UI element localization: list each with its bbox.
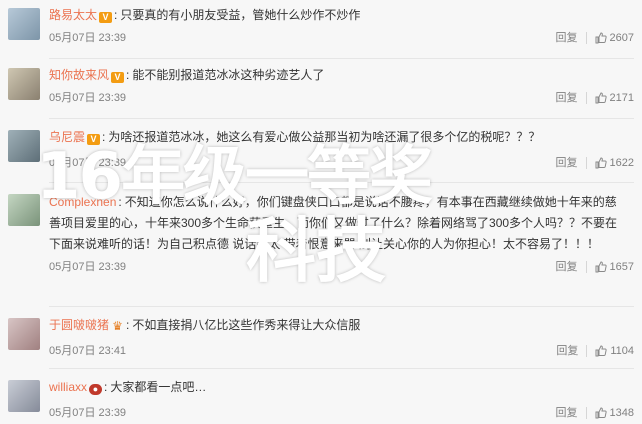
username-link[interactable]: 于圆啵啵猪: [49, 318, 109, 332]
comment-meta: 05月07日 23:41 回复 1104: [49, 342, 634, 360]
divider: [586, 345, 588, 357]
like-count: 1657: [609, 261, 634, 273]
like-count: 1348: [609, 407, 634, 419]
divider: [585, 261, 587, 273]
username-link[interactable]: 路易太太: [49, 8, 97, 22]
comment-text: 能不能别报道范冰冰这种劣迹艺人了: [132, 68, 325, 82]
like-button[interactable]: 2171: [595, 89, 634, 107]
thumbs-up-icon: [595, 157, 607, 169]
avatar[interactable]: [8, 68, 40, 100]
username-link[interactable]: 乌尼震: [49, 130, 85, 144]
avatar[interactable]: [8, 318, 40, 350]
like-count: 1622: [609, 157, 634, 169]
divider: [49, 368, 634, 369]
comment-text-line: 知你故来风 V: 能不能别报道范冰冰这种劣迹艺人了: [49, 68, 325, 83]
username-link[interactable]: Complexnen: [49, 195, 116, 209]
like-button[interactable]: 1622: [595, 154, 634, 172]
timestamp: 05月07日 23:41: [49, 345, 127, 357]
comment-item: 乌尼震 V: 为啥还报道范冰冰，她这么有爱心做公益那当初为啥还漏了很多个亿的税呢？？…: [0, 128, 642, 176]
vip-icon: V: [87, 134, 101, 145]
divider: [585, 407, 587, 419]
comment-text-line: 乌尼震 V: 为啥还报道范冰冰，她这么有爱心做公益那当初为啥还漏了很多个亿的税呢？？…: [49, 130, 541, 145]
divider: [585, 92, 587, 104]
vip-icon: V: [99, 12, 113, 23]
comment-text: 不如直接捐八亿比这些作秀来得让大众信服: [132, 318, 361, 332]
comment-text: 为啥还报道范冰冰，她这么有爱心做公益那当初为啥还漏了很多个亿的税呢？？？: [108, 130, 541, 144]
avatar[interactable]: [8, 8, 40, 40]
crown-icon: ♛: [112, 319, 123, 333]
comment-item: Complexnen: 不知道你怎么说什么好，你们键盘侠口口都是说话不腰疼，有本事…: [0, 192, 642, 300]
username-link[interactable]: 知你故来风: [49, 68, 109, 82]
divider: [49, 118, 634, 119]
like-button[interactable]: 1348: [595, 404, 634, 422]
comment-text: 不知道你怎么说什么好，你们键盘侠口口都是说话不腰疼，有本事在西藏继续做她十年来的…: [49, 195, 618, 251]
avatar[interactable]: [8, 194, 40, 226]
avatar[interactable]: [8, 380, 40, 412]
thumbs-up-icon: [595, 32, 607, 44]
thumbs-up-icon: [595, 407, 607, 419]
comment-meta: 05月07日 23:39 回复 1348: [49, 404, 634, 422]
comment-item: 路易太太 V: 只要真的有小朋友受益，管她什么炒作不炒作 05月07日 23:39 …: [0, 6, 642, 54]
comment-text-line: Complexnen: 不知道你怎么说什么好，你们键盘侠口口都是说话不腰疼，有本事…: [49, 195, 618, 251]
like-count: 2171: [609, 92, 634, 104]
like-count: 1104: [610, 345, 634, 357]
comment-item: williaxx ●: 大家都看一点吧… 05月07日 23:39 回复 1348: [0, 378, 642, 422]
v-icon: V: [111, 72, 125, 83]
timestamp: 05月07日 23:39: [49, 92, 127, 104]
avatar[interactable]: [8, 130, 40, 162]
like-button[interactable]: 2607: [595, 29, 634, 47]
timestamp: 05月07日 23:39: [49, 261, 127, 273]
comment-meta: 05月07日 23:39 回复 1657: [49, 258, 634, 276]
thumbs-up-icon: [595, 345, 607, 357]
reply-button[interactable]: 回复: [556, 29, 578, 47]
divider: [585, 32, 587, 44]
like-button[interactable]: 1657: [595, 258, 634, 276]
comment-meta: 05月07日 23:39 回复 1622: [49, 154, 634, 172]
comment-text-line: williaxx ●: 大家都看一点吧…: [49, 380, 207, 395]
timestamp: 05月07日 23:39: [49, 32, 127, 44]
comment-meta: 05月07日 23:39 回复 2607: [49, 29, 634, 47]
like-button[interactable]: 1104: [595, 342, 634, 360]
comment-text: 只要真的有小朋友受益，管她什么炒作不炒作: [120, 8, 361, 22]
comment-meta: 05月07日 23:39 回复 2171: [49, 89, 634, 107]
reply-button[interactable]: 回复: [556, 154, 578, 172]
comment-text-line: 于圆啵啵猪 ♛: 不如直接捐八亿比这些作秀来得让大众信服: [49, 318, 361, 333]
divider: [49, 58, 634, 59]
reply-button[interactable]: 回复: [556, 342, 578, 360]
reply-button[interactable]: 回复: [556, 89, 578, 107]
like-count: 2607: [609, 32, 634, 44]
timestamp: 05月07日 23:39: [49, 157, 127, 169]
thumbs-up-icon: [595, 92, 607, 104]
comment-item: 于圆啵啵猪 ♛: 不如直接捐八亿比这些作秀来得让大众信服 05月07日 23:41 …: [0, 316, 642, 364]
comment-item: 知你故来风 V: 能不能别报道范冰冰这种劣迹艺人了 05月07日 23:39 回复 …: [0, 66, 642, 114]
comment-text: 大家都看一点吧…: [110, 380, 207, 394]
comment-text-line: 路易太太 V: 只要真的有小朋友受益，管她什么炒作不炒作: [49, 8, 361, 23]
reply-button[interactable]: 回复: [556, 258, 578, 276]
thumbs-up-icon: [595, 261, 607, 273]
divider: [49, 306, 634, 307]
divider: [585, 157, 587, 169]
timestamp: 05月07日 23:39: [49, 407, 127, 419]
comment-list: 路易太太 V: 只要真的有小朋友受益，管她什么炒作不炒作 05月07日 23:39 …: [0, 0, 642, 424]
divider: [49, 182, 634, 183]
username-link[interactable]: williaxx: [49, 380, 87, 394]
badge-icon: ●: [89, 384, 103, 395]
reply-button[interactable]: 回复: [556, 404, 578, 422]
